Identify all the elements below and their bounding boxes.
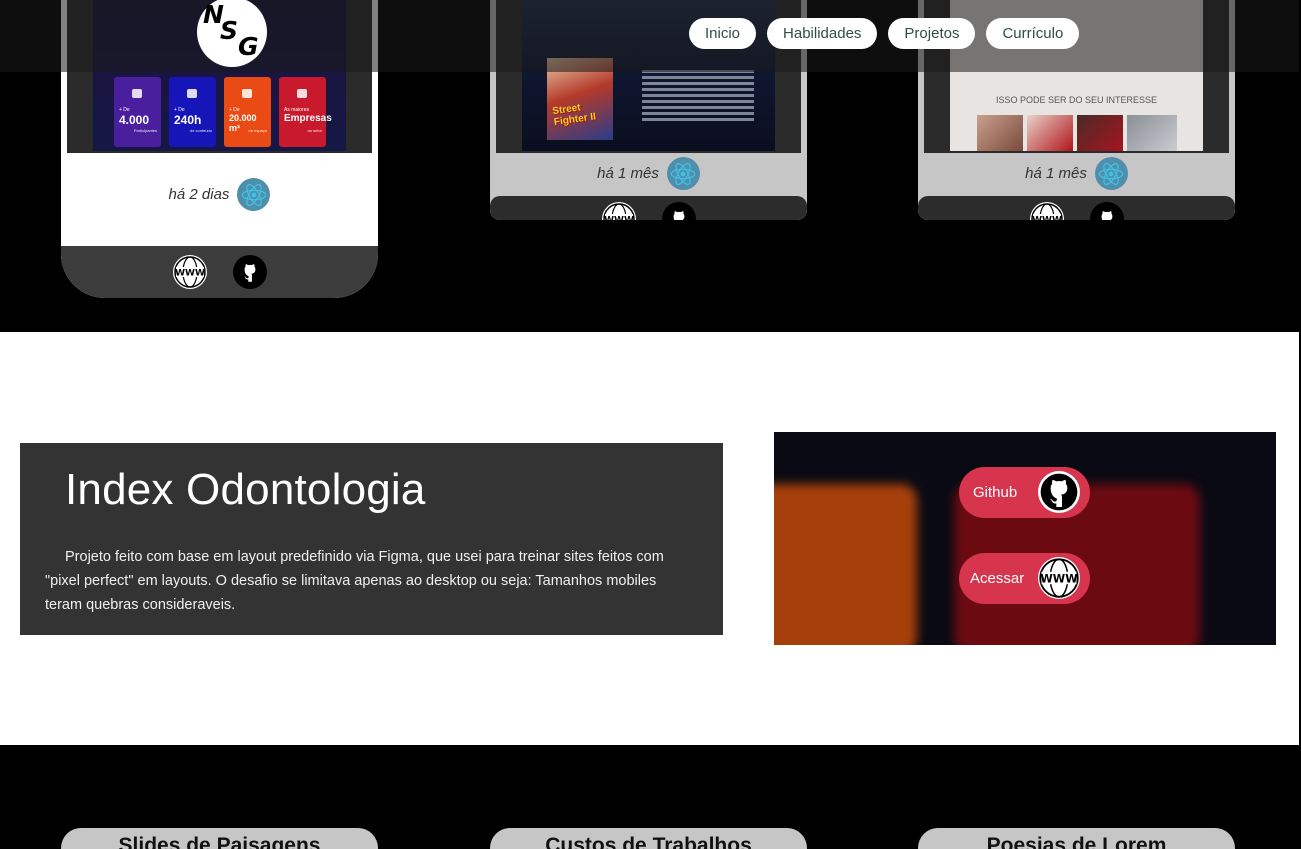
description-lines xyxy=(642,70,754,124)
nav-projetos[interactable]: Projetos xyxy=(888,18,976,49)
svg-text:WWW: WWW xyxy=(1040,572,1078,585)
stat-icon xyxy=(132,89,142,98)
nav-curriculo[interactable]: Currículo xyxy=(986,18,1080,49)
project-card-footer: WWW xyxy=(61,246,378,298)
github-button[interactable]: Github xyxy=(959,467,1090,518)
thumbnail-photo xyxy=(1027,115,1073,151)
more-projects-section: Slides de Paisagens Custos de Trabalhos … xyxy=(0,745,1299,849)
poster-title: Street Fighter II xyxy=(551,102,597,129)
react-icon xyxy=(237,178,271,211)
project-date: há 1 mês xyxy=(597,165,659,182)
project-date-row: há 1 mês xyxy=(918,157,1235,190)
nav-links: Inicio Habilidades Projetos Currículo xyxy=(689,18,1080,49)
stat-icon xyxy=(297,89,307,98)
nav-habilidades[interactable]: Habilidades xyxy=(767,18,878,49)
preview-blur-tile xyxy=(774,484,917,645)
svg-text:WWW: WWW xyxy=(604,216,634,221)
stat-icon xyxy=(187,89,197,98)
github-icon[interactable] xyxy=(661,202,696,220)
project-card-title[interactable]: Custos de Trabalhos xyxy=(490,828,807,849)
project-card-title[interactable]: Poesias de Lorem xyxy=(918,828,1235,849)
project-date: há 2 dias xyxy=(168,186,230,203)
thumbnail-photo xyxy=(1127,115,1177,151)
stat-value: 240h xyxy=(174,113,202,127)
project-title: Index Odontologia xyxy=(65,465,426,514)
project-info-panel: Index Odontologia Projeto feito com base… xyxy=(20,443,723,635)
github-icon[interactable] xyxy=(1089,202,1124,220)
github-button-label: Github xyxy=(973,484,1018,501)
access-button[interactable]: Acessar WWW xyxy=(959,553,1090,604)
navbar: N S G Inicio Habilidades Projetos Curríc… xyxy=(0,0,1299,72)
project-date-row: há 1 mês xyxy=(490,157,807,190)
www-globe-icon[interactable]: WWW xyxy=(1029,202,1064,221)
access-button-label: Acessar xyxy=(970,570,1025,587)
thumbnail-photo xyxy=(977,115,1023,151)
react-icon xyxy=(1094,157,1128,190)
github-icon xyxy=(1038,471,1080,513)
stat-tile: + De 240h de conteúdo xyxy=(169,77,216,147)
project-date: há 1 mês xyxy=(1025,165,1087,182)
www-globe-icon[interactable]: WWW xyxy=(172,255,207,289)
stat-tile: + De 20.000 m² de espaço xyxy=(224,77,271,147)
project-preview: Github Acessar WWW xyxy=(774,432,1276,645)
www-globe-icon[interactable]: WWW xyxy=(601,202,636,221)
stat-label: de conteúdo xyxy=(189,128,212,133)
project-card-footer: WWW xyxy=(918,196,1235,220)
stat-tile: As maiores Empresas do setor xyxy=(279,77,332,147)
stat-icon xyxy=(242,89,252,98)
www-globe-icon: WWW xyxy=(1038,557,1080,599)
thumbnail-photo xyxy=(1077,115,1123,151)
svg-text:WWW: WWW xyxy=(175,269,205,279)
project-description: Projeto feito com base em layout predefi… xyxy=(45,549,664,613)
stat-tile: + De 4.000 Participantes xyxy=(114,77,161,147)
stat-value: 4.000 xyxy=(119,113,150,127)
thumbnail-caption: ISSO PODE SER DO SEU INTERESSE xyxy=(995,95,1158,105)
nav-inicio[interactable]: Inicio xyxy=(689,18,757,49)
github-icon[interactable] xyxy=(232,255,267,289)
project-date-row: há 2 dias xyxy=(61,178,378,211)
project-card-title[interactable]: Slides de Paisagens xyxy=(61,828,378,849)
stat-label: Participantes xyxy=(133,128,157,133)
svg-text:G: G xyxy=(238,32,259,61)
project-card-footer: WWW xyxy=(490,196,807,220)
svg-text:S: S xyxy=(220,16,238,45)
nsg-logo[interactable]: N S G xyxy=(197,0,267,67)
featured-project-section: Index Odontologia Projeto feito com base… xyxy=(0,332,1299,745)
stat-label: do setor xyxy=(307,128,322,133)
react-icon xyxy=(666,157,700,190)
svg-text:WWW: WWW xyxy=(1032,216,1062,221)
stat-label: de espaço xyxy=(248,128,267,133)
stat-value: Empresas xyxy=(284,113,332,124)
